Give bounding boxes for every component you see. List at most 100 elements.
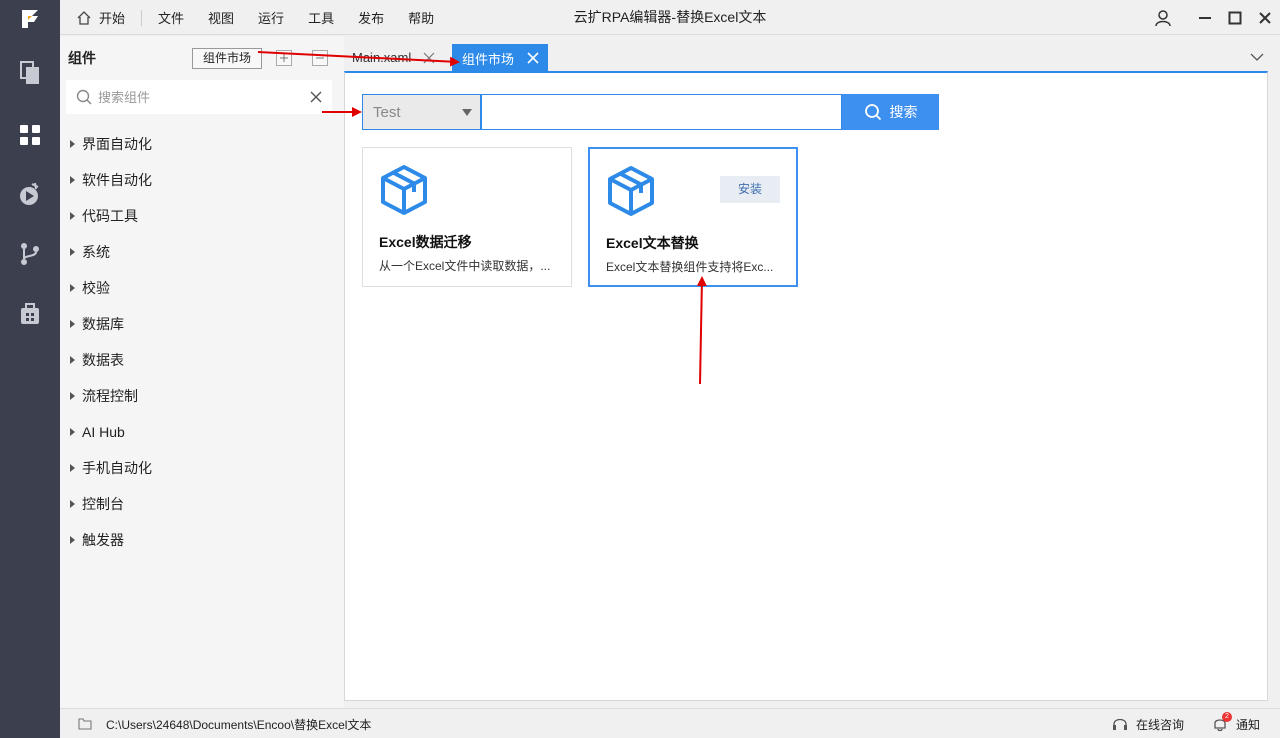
status-actions: 在线咨询 2 通知 [1112,709,1260,738]
component-card-selected[interactable]: 安装 Excel文本替换 Excel文本替换组件支持将Exc... [588,147,798,287]
clear-search-icon[interactable] [310,91,322,103]
window-controls [1148,0,1280,35]
close-tab-icon[interactable] [423,52,435,64]
component-tree: 界面自动化 软件自动化 代码工具 系统 校验 数据库 数据表 流程控制 AI H… [70,126,152,558]
menu-publish[interactable]: 发布 [346,0,396,35]
components-icon[interactable] [0,113,60,157]
notification-badge: 2 [1221,711,1232,722]
project-path: C:\Users\24648\Documents\Encoo\替换Excel文本 [106,718,372,732]
tree-item-label: 流程控制 [82,388,138,404]
tree-item-ai-hub[interactable]: AI Hub [70,414,152,450]
tree-item-label: 界面自动化 [82,136,152,152]
expand-triangle-icon [70,248,75,256]
headset-icon [1112,718,1127,730]
close-window-icon[interactable] [1250,0,1280,35]
tree-item-label: 控制台 [82,496,124,512]
expand-triangle-icon [70,176,75,184]
panel-title: 组件 [68,50,96,66]
tree-item-database[interactable]: 数据库 [70,306,152,342]
tree-item-ui-automation[interactable]: 界面自动化 [70,126,152,162]
install-button[interactable]: 安装 [720,176,780,203]
category-select[interactable]: Test [362,94,481,130]
expand-triangle-icon [70,212,75,220]
tab-component-market[interactable]: 组件市场 [452,44,548,72]
search-icon [864,104,881,121]
component-market-view: Test 搜索 Excel数据迁移 从一个Excel文件中读取数据，... 安装… [344,71,1268,701]
component-description: Excel文本替换组件支持将Exc... [606,260,774,274]
expand-triangle-icon [70,356,75,364]
tree-item-label: 校验 [82,280,110,296]
online-consult-button[interactable]: 在线咨询 [1112,716,1184,733]
category-select-value: Test [373,104,401,121]
search-button-label: 搜索 [889,104,918,120]
notification-label: 通知 [1235,717,1260,732]
tree-item-flow-control[interactable]: 流程控制 [70,378,152,414]
tree-item-console[interactable]: 控制台 [70,486,152,522]
component-name: Excel数据迁移 [379,234,472,250]
tree-item-label: 手机自动化 [82,460,152,476]
branch-icon[interactable] [0,232,60,276]
folder-icon [78,718,92,730]
component-market-button[interactable]: 组件市场 [192,48,262,69]
user-icon[interactable] [1148,0,1178,35]
tree-item-label: 数据表 [82,352,124,368]
component-search-input[interactable] [98,87,298,107]
document-tabs: Main.xaml 组件市场 [344,44,1280,72]
component-name: Excel文本替换 [606,235,699,251]
status-bar: C:\Users\24648\Documents\Encoo\替换Excel文本… [60,708,1280,738]
components-panel: 组件 组件市场 界面自动化 软件自动化 代码工具 系统 校验 数据库 数据表 流… [60,36,344,708]
expand-all-icon[interactable] [276,50,292,66]
tab-main-xaml[interactable]: Main.xaml [352,44,435,72]
expand-triangle-icon [70,464,75,472]
chevron-down-icon[interactable] [1250,50,1264,64]
tree-item-label: 代码工具 [82,208,138,224]
tree-item-datatable[interactable]: 数据表 [70,342,152,378]
tree-item-label: 触发器 [82,532,124,548]
component-description: 从一个Excel文件中读取数据，... [379,259,551,273]
run-debug-icon[interactable] [0,172,60,216]
dropdown-arrow-icon [462,109,472,116]
menu-tools[interactable]: 工具 [296,0,346,35]
logo-icon [22,10,38,28]
tree-item-software-automation[interactable]: 软件自动化 [70,162,152,198]
minimize-icon[interactable] [1190,0,1220,35]
package-box-icon [608,166,654,216]
expand-triangle-icon [70,140,75,148]
tab-component-market-label: 组件市场 [462,51,515,67]
menu-home-label: 开始 [99,11,126,26]
package-icon[interactable] [0,292,60,336]
left-rail [0,0,60,738]
expand-triangle-icon [70,536,75,544]
maximize-icon[interactable] [1220,0,1250,35]
tree-item-trigger[interactable]: 触发器 [70,522,152,558]
tree-item-system[interactable]: 系统 [70,234,152,270]
menu-file[interactable]: 文件 [146,0,196,35]
notification-button[interactable]: 2 通知 [1212,711,1260,733]
menu-separator [141,9,143,26]
menu-bar: 开始 文件 视图 运行 工具 发布 帮助 [70,0,446,35]
search-icon [76,89,92,105]
expand-triangle-icon [70,392,75,400]
component-card[interactable]: Excel数据迁移 从一个Excel文件中读取数据，... [362,147,572,287]
tree-item-label: 软件自动化 [82,172,152,188]
search-button[interactable]: 搜索 [842,94,939,130]
tree-item-label: AI Hub [82,424,125,440]
tree-item-code-tools[interactable]: 代码工具 [70,198,152,234]
tree-item-validation[interactable]: 校验 [70,270,152,306]
close-tab-icon[interactable] [526,51,540,65]
tab-main-xaml-label: Main.xaml [352,50,412,65]
menu-help[interactable]: 帮助 [396,0,446,35]
package-box-icon [381,165,427,215]
pages-icon[interactable] [0,51,60,95]
expand-triangle-icon [70,500,75,508]
collapse-all-icon[interactable] [312,50,328,66]
expand-triangle-icon [70,320,75,328]
tree-item-mobile-automation[interactable]: 手机自动化 [70,450,152,486]
menu-home[interactable]: 开始 [70,0,137,35]
online-consult-label: 在线咨询 [1135,717,1184,732]
tree-item-label: 数据库 [82,316,124,332]
menu-view[interactable]: 视图 [196,0,246,35]
title-bar: 云扩RPA编辑器-替换Excel文本 开始 文件 视图 运行 工具 发布 帮助 [60,0,1280,35]
menu-run[interactable]: 运行 [246,0,296,35]
market-search-input[interactable] [482,95,841,129]
